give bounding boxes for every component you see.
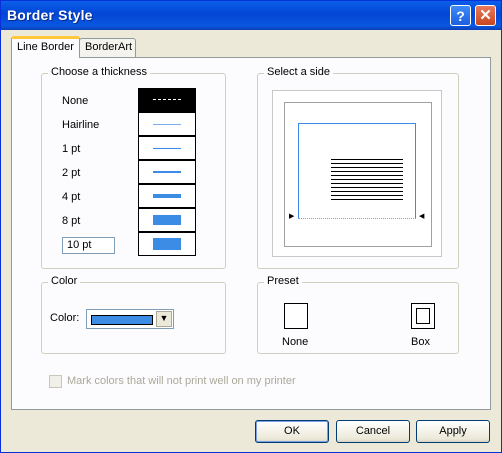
color-dropdown[interactable]: ▼ [86,309,174,329]
dropdown-arrow-icon[interactable]: ▼ [156,311,172,327]
right-side-marker-icon[interactable]: ◀ [419,212,424,220]
ok-button[interactable]: OK [255,420,329,443]
color-group: Color Color: ▼ [41,275,226,354]
thickness-swatch-hairline[interactable] [138,112,196,136]
title-bar[interactable]: Border Style ? ✕ [1,1,501,30]
help-button[interactable]: ? [450,5,471,26]
preset-group: Preset None Box [257,275,459,354]
color-swatch [91,315,153,325]
border-style-dialog: Border Style ? ✕ Line Border BorderArt C… [0,0,502,453]
thickness-label-8pt: 8 pt [62,215,81,227]
thickness-swatch-none[interactable] [138,88,196,112]
preset-none-icon[interactable] [284,303,308,329]
thickness-group: Choose a thickness None Hairline 1 pt 2 … [41,66,226,269]
tab-line-border[interactable]: Line Border [11,36,80,58]
line-custom-sample [153,238,181,250]
thickness-swatch-4pt[interactable] [138,184,196,208]
thickness-label-hairline: Hairline [62,119,100,131]
cancel-button[interactable]: Cancel [336,420,410,443]
thickness-swatch-custom[interactable] [138,232,196,256]
side-legend: Select a side [264,66,333,78]
tab-borderart[interactable]: BorderArt [79,38,136,57]
preset-box-icon[interactable] [411,303,435,329]
color-legend: Color [48,275,81,287]
color-label: Color: [50,312,80,324]
line-2pt-sample [153,171,181,173]
thickness-swatch-1pt[interactable] [138,136,196,160]
thickness-swatch-2pt[interactable] [138,160,196,184]
page-preview: ▶ ◀ [284,102,432,247]
close-button[interactable]: ✕ [475,5,496,26]
left-side-marker-icon[interactable]: ▶ [289,212,294,220]
mark-colors-label: Mark colors that will not print well on … [67,375,296,387]
line-4pt-sample [153,194,181,198]
preset-none-label[interactable]: None [282,336,308,348]
line-8pt-sample [153,215,181,225]
custom-thickness-input[interactable]: 10 pt [62,237,115,254]
thickness-legend: Choose a thickness [48,66,150,78]
preset-box-label[interactable]: Box [411,336,430,348]
none-dash-line [153,99,181,100]
line-1pt-sample [153,148,181,149]
thickness-label-none: None [62,95,89,107]
preset-legend: Preset [264,275,302,287]
thickness-label-1pt: 1 pt [62,143,81,155]
preset-box-inner [416,308,430,324]
window-title: Border Style [7,7,93,23]
side-preview[interactable]: ▶ ◀ [272,90,442,257]
mark-colors-checkbox[interactable] [49,375,62,388]
side-group: Select a side ▶ ◀ [257,66,459,269]
thickness-label-4pt: 4 pt [62,191,81,203]
thickness-swatch-8pt[interactable] [138,208,196,232]
thickness-label-2pt: 2 pt [62,167,81,179]
hairline-sample [153,124,181,125]
tab-panel: Choose a thickness None Hairline 1 pt 2 … [11,57,491,410]
sample-text-lines [331,159,403,203]
apply-button[interactable]: Apply [416,420,490,443]
